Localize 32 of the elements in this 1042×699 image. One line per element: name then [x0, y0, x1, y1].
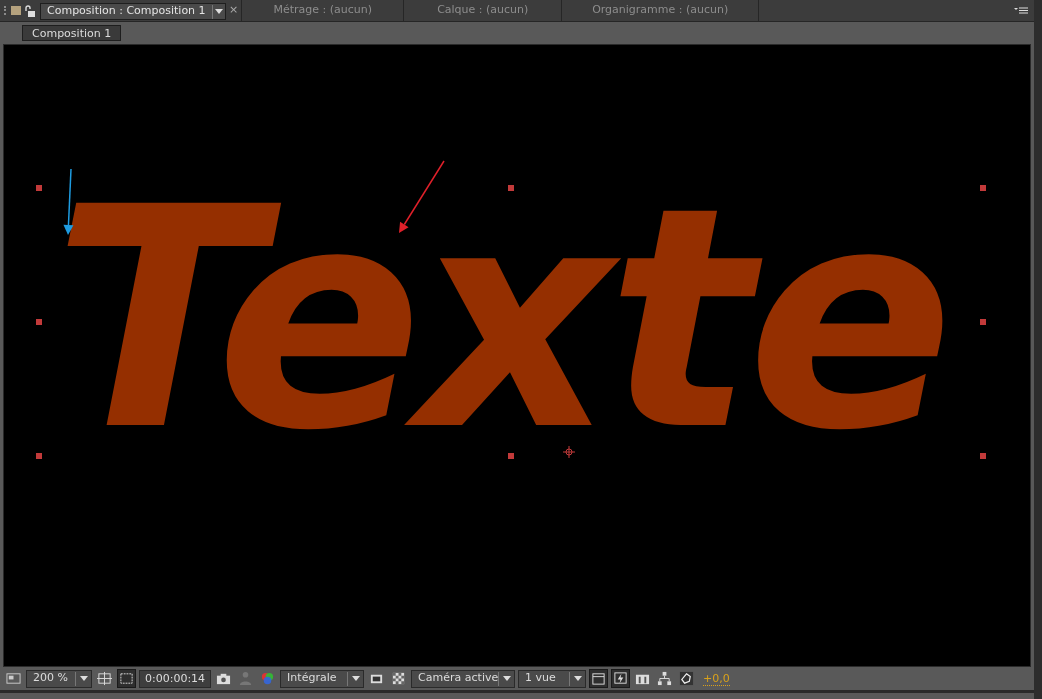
lock-icon[interactable]	[24, 4, 36, 17]
selection-handle[interactable]	[36, 453, 42, 459]
selection-handle[interactable]	[980, 185, 986, 191]
breadcrumb-button[interactable]: Composition 1	[22, 25, 122, 41]
panel-grip-icon[interactable]	[4, 6, 7, 15]
dashed-rectangle-icon[interactable]	[117, 669, 136, 688]
color-swatch-icon	[11, 6, 21, 15]
selection-handle[interactable]	[36, 319, 42, 325]
anchor-point-icon[interactable]	[563, 446, 575, 458]
zoom-dropdown[interactable]: 200 %	[26, 669, 92, 688]
selection-handle[interactable]	[36, 185, 42, 191]
caret-icon	[79, 676, 88, 681]
timecode-field[interactable]: 0:00:00:14	[139, 669, 212, 688]
selection-handle[interactable]	[508, 453, 514, 459]
menu-icon[interactable]	[1014, 6, 1028, 15]
selection-handle[interactable]	[980, 453, 986, 459]
caret-icon	[573, 676, 582, 681]
resolution-dropdown[interactable]: Intégrale	[280, 669, 365, 688]
views-dropdown[interactable]: 1 vue	[518, 669, 587, 688]
panel-tab[interactable]: Composition : Composition 1	[40, 3, 226, 20]
lightning-icon[interactable]	[611, 669, 631, 688]
caret-icon	[351, 676, 360, 681]
caret-icon	[502, 676, 511, 681]
frame-icon[interactable]	[589, 669, 609, 688]
close-button[interactable]: ×	[226, 0, 242, 21]
selection-handle[interactable]	[980, 319, 986, 325]
selection-handle[interactable]	[508, 185, 514, 191]
grid-icon[interactable]	[95, 669, 114, 688]
caret-icon	[214, 9, 223, 14]
tab-menu-button[interactable]	[211, 4, 225, 19]
text-layer: Texte	[53, 200, 948, 440]
camera-dropdown[interactable]: Caméra active	[411, 669, 516, 688]
